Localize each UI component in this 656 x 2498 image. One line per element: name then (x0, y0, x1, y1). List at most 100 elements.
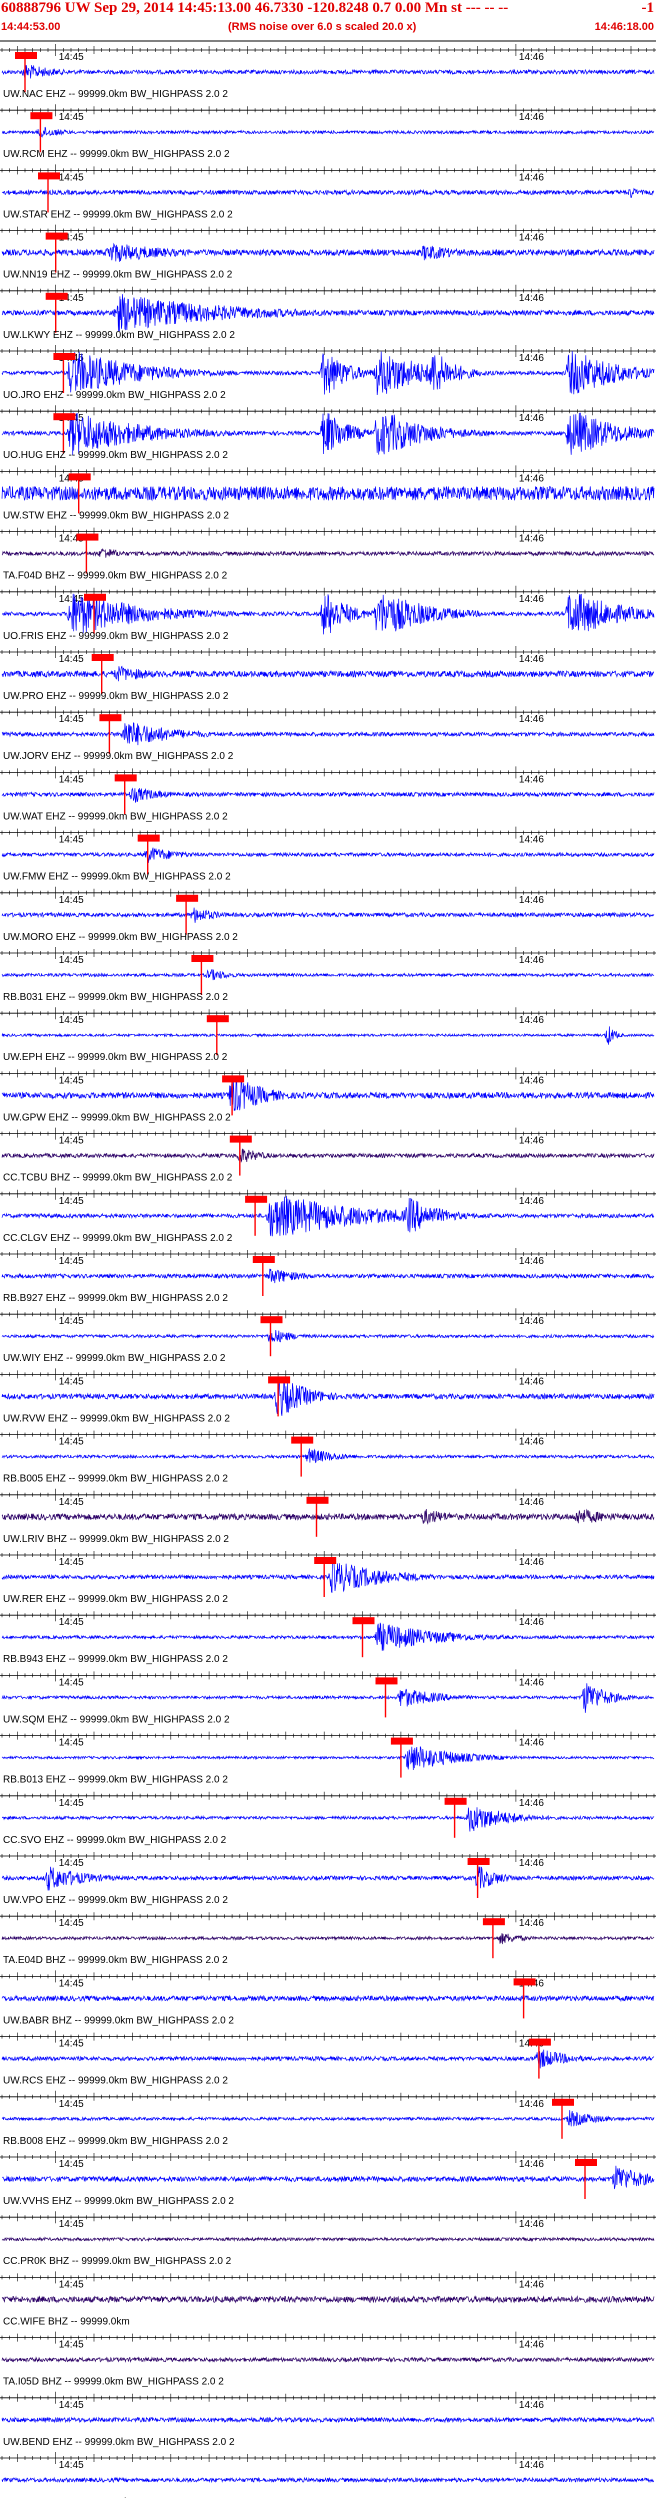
pick-flag (15, 52, 37, 59)
tick-label: 14:46 (519, 1196, 544, 1207)
tick-label: 14:45 (59, 714, 84, 725)
pick-flag (53, 353, 76, 360)
channel-label: UW.STAR EHZ -- 99999.0km BW_HIGHPASS 2.0… (3, 209, 233, 220)
tick-label: 14:45 (59, 1497, 84, 1508)
channel-label: UW.VPO EHZ -- 99999.0km BW_HIGHPASS 2.0 … (3, 1895, 228, 1906)
channel-label: CC.PR0K BHZ -- 99999.0km BW_HIGHPASS 2.0… (3, 2256, 232, 2267)
pick-flag (252, 1256, 275, 1263)
pick-flag (114, 774, 137, 782)
tick-label: 14:46 (519, 2340, 544, 2351)
channel-12: 14:45 14:46 UW.JORV EHZ -- 99999.0km BW_HI… (0, 706, 656, 762)
channel-34: 14:4514:46UW.RCS EHZ -- 99999.0km BW_HIG… (0, 2030, 656, 2087)
waveform-trace (1, 969, 655, 981)
channel-label: UW.WAT EHZ -- 99999.0km BW_HIGHPASS 2.0 … (3, 811, 228, 822)
channel-1: 14:45 14:46 UW.NAC EHZ -- 99999.0km BW_HIG… (0, 44, 656, 100)
tick-label: 14:45 (59, 172, 84, 183)
channel-27: 14:45 14:46 RB.B943 EHZ -- 99999.0km BW_HI… (0, 1609, 656, 1665)
waveform-trace (1, 1148, 655, 1163)
waveform-trace (1, 242, 655, 262)
tick-label: 14:46 (519, 2279, 544, 2290)
channel-35: 14:45 14:46 RB.B008 EHZ -- 99999.0km BW_HI… (0, 2090, 656, 2147)
waveform-trace (1, 1560, 655, 1593)
pick-flag (268, 1376, 291, 1384)
channel-label: UW.EPH EHZ -- 99999.0km BW_HIGHPASS 2.0 … (3, 1052, 228, 1063)
channel-label: TA.F04D BHZ -- 99999.0km BW_HIGHPASS 2.0… (3, 571, 228, 582)
channel-28: 14:45 14:46 UW.SQM EHZ -- 99999.0km BW_HIG… (0, 1669, 656, 1725)
tick-label: 14:45 (59, 835, 84, 846)
channel-30: 14:45 14:46 CC.SVO EHZ -- 99999.0km BW_HIG… (0, 1789, 656, 1846)
pick-flag (38, 172, 60, 180)
channel-label: CC.TCBU BHZ -- 99999.0km BW_HIGHPASS 2.0… (3, 1173, 233, 1184)
tick-label: 14:46 (519, 1437, 544, 1448)
pick-flag (206, 1015, 229, 1023)
waveform-trace (1, 65, 655, 79)
channel-label: UW.LKWY EHZ -- 99999.0km BW_HIGHPASS 2.0… (3, 330, 235, 341)
tick-label: 14:45 (59, 594, 84, 605)
tick-label: 14:45 (59, 2159, 84, 2170)
tick-label: 14:46 (519, 1918, 544, 1929)
channel-10: 14:45 14:46 UO.FRIS EHZ -- 99999.0km BW_HI… (0, 585, 656, 642)
channel-26: 14:45 14:46 UW.RER EHZ -- 99999.0km BW_HIG… (0, 1549, 656, 1605)
channel-label: UW.BEND EHZ -- 99999.0km BW_HIGHPASS 2.0… (3, 2437, 235, 2448)
pick-flag (306, 1496, 329, 1504)
tick-label: 14:45 (59, 1738, 84, 1749)
waveform-trace (1, 1866, 655, 1891)
waveform-trace (1, 2236, 655, 2243)
tick-label: 14:45 (59, 1316, 84, 1327)
pick-flag (222, 1075, 245, 1083)
waveform-trace (1, 1746, 655, 1771)
tick-label: 14:46 (519, 2219, 544, 2230)
pick-flag (291, 1436, 314, 1444)
waveform-trace (1, 294, 655, 332)
channel-label: UO.FRIS EHZ -- 99999.0km BW_HIGHPASS 2.0… (3, 631, 229, 642)
channel-4: 14:45 14:46UW.NN19 EHZ -- 99999.0km BW_HI… (0, 224, 656, 281)
tick-label: 14:45 (59, 1196, 84, 1207)
tick-label: 14:45 (59, 112, 84, 123)
channel-40: 14:45 14:46 UW.BEND EHZ -- 99999.0km BW_HI… (0, 2391, 656, 2448)
pick-flag (467, 1858, 490, 1865)
channel-18: 14:45 14:46 UW.GPW EHZ -- 99999.0km BW_HIG… (0, 1067, 656, 1123)
channel-label: CC.SVO EHZ -- 99999.0km BW_HIGHPASS 2.0 … (3, 1835, 227, 1846)
tick-label: 14:46 (519, 1256, 544, 1267)
pick-flag (45, 292, 68, 300)
tick-label: 14:46 (519, 1136, 544, 1147)
channel-22: 14:45 14:46 UW.WIY EHZ -- 99999.0km BW_HIG… (0, 1308, 656, 1364)
pick-flag (260, 1316, 283, 1324)
tick-label: 14:46 (519, 1677, 544, 1688)
pick-flag (45, 232, 68, 240)
channel-label: UW.SQM EHZ -- 99999.0km BW_HIGHPASS 2.0 … (3, 1714, 230, 1725)
channel-label: UW.NAC EHZ -- 99999.0km BW_HIGHPASS 2.0 … (3, 89, 228, 100)
channel-8: 14:4514:46UW.STW EHZ -- 99999.0km BW_HIG… (0, 465, 656, 521)
tick-label: 14:45 (59, 654, 84, 665)
channel-14: 14:45 14:46 UW.FMW EHZ -- 99999.0km BW_HIG… (0, 826, 656, 883)
waveform-trace (1, 1622, 655, 1651)
pick-flag (30, 112, 53, 120)
tick-label: 14:46 (519, 1557, 544, 1568)
channel-label: UW.RVW EHZ -- 99999.0km BW_HIGHPASS 2.0 … (3, 1413, 230, 1424)
tick-label: 14:45 (59, 2099, 84, 2110)
channel-15: 14:45 14:46 UW.MORO EHZ -- 99999.0km BW_HI… (0, 886, 656, 943)
channel-29: 14:45 14:46 RB.B013 EHZ -- 99999.0km BW_HI… (0, 1729, 656, 1786)
pick-flag (390, 1737, 413, 1745)
channel-3: 14:45 14:46 UW.STAR EHZ -- 99999.0km BW_HI… (0, 164, 656, 220)
tick-label: 14:45 (59, 1015, 84, 1026)
channel-2: 14:45 14:46 UW.RCM EHZ -- 99999.0km BW_HIG… (0, 104, 656, 160)
waveform-trace (1, 485, 655, 502)
channel-label: RB.B008 EHZ -- 99999.0km BW_HIGHPASS 2.0… (3, 2136, 228, 2147)
tick-label: 14:46 (519, 1015, 544, 1026)
channel-39: 14:45 14:46 TA.I05D BHZ -- 99999.0km BW_HI… (0, 2331, 656, 2388)
tick-label: 14:46 (519, 413, 544, 424)
pick-flag (375, 1677, 398, 1685)
tick-label: 14:46 (519, 835, 544, 846)
channel-17: 14:45 14:46 UW.EPH EHZ -- 99999.0km BW_HIG… (0, 1007, 656, 1063)
tick-label: 14:45 (59, 1437, 84, 1448)
tick-label: 14:45 (59, 2279, 84, 2290)
channel-32: 14:45 14:46 TA.E04D BHZ -- 99999.0km BW_HI… (0, 1910, 656, 1966)
waveform-trace (1, 847, 655, 864)
channel-19: 14:45 14:46 CC.TCBU BHZ -- 99999.0km BW_HI… (0, 1127, 656, 1184)
tick-label: 14:45 (59, 2340, 84, 2351)
waveform-trace (1, 1933, 655, 1945)
tick-label: 14:46 (519, 1316, 544, 1327)
waveform-trace (1, 2476, 655, 2484)
tick-label: 14:45 (59, 1136, 84, 1147)
